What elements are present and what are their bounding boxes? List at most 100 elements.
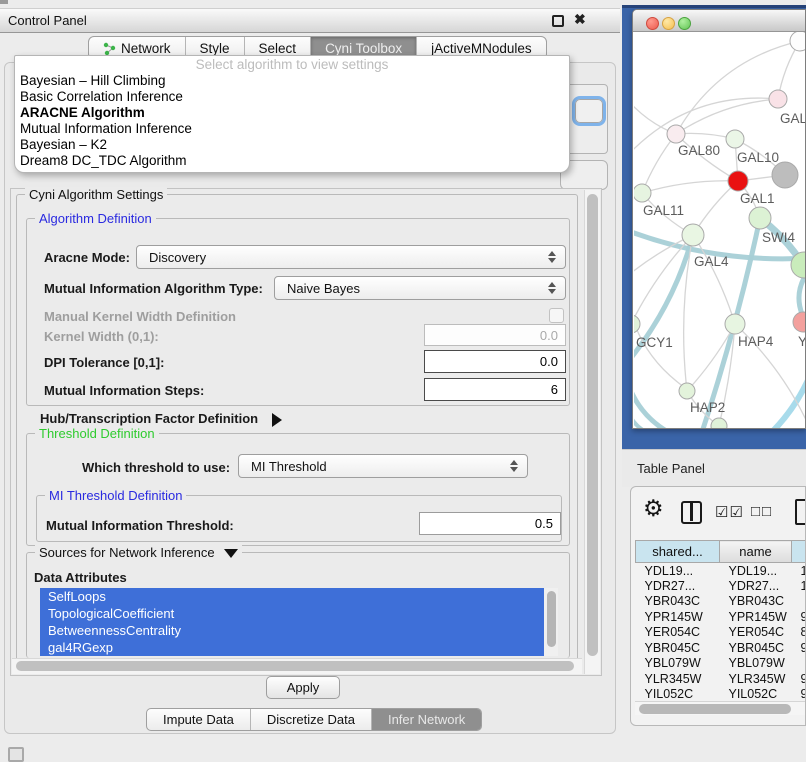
kernel-width-input[interactable]: 0.0 (424, 324, 566, 346)
network-node-hap4[interactable] (725, 314, 745, 334)
network-node-gal-pink[interactable] (769, 90, 787, 108)
page-icon[interactable] (795, 499, 806, 525)
dpi-tolerance-input[interactable]: 0.0 (424, 350, 566, 373)
table-row[interactable]: YLR345WYLR345W9. (636, 671, 806, 687)
dropdown-item[interactable]: Basic Correlation Inference (15, 89, 569, 105)
minimized-window-fragment[interactable] (8, 747, 24, 762)
table-cell: YER054C (636, 625, 720, 641)
table-settings-gear-icon[interactable]: ⚙ (643, 495, 664, 522)
settings-vscrollbar-thumb[interactable] (587, 194, 598, 656)
network-node-salmon[interactable] (793, 312, 806, 332)
network-node-bottom-node[interactable] (711, 418, 727, 428)
network-edge[interactable] (799, 278, 804, 314)
table-cell: 9. (792, 671, 806, 687)
network-icon (103, 42, 116, 55)
network-node-hap2[interactable] (679, 383, 695, 399)
table-row[interactable]: YBL079WYBL079W (636, 656, 806, 672)
network-edge[interactable] (642, 181, 738, 193)
mi-threshold-input[interactable]: 0.5 (419, 512, 561, 535)
network-node-label: GAL10 (737, 150, 779, 165)
dropdown-item[interactable]: Bayesian – K2 (15, 137, 569, 153)
mi-type-value: Naive Bayes (287, 281, 360, 296)
kernel-width-value: 0.0 (540, 328, 558, 343)
control-panel-titlebar: Control Panel ✖ (0, 8, 620, 33)
focused-button-fragment[interactable] (572, 96, 606, 126)
list-item[interactable]: BetweennessCentrality (40, 622, 544, 639)
expand-right-icon[interactable] (272, 413, 282, 427)
network-node-gal1[interactable] (728, 171, 748, 191)
mi-type-select[interactable]: Naive Bayes (274, 276, 566, 300)
table-cell: 9. (792, 640, 806, 656)
table-header-row[interactable]: shared...name (636, 541, 806, 563)
table-cell: YBR043C (720, 594, 792, 610)
hub-definition-label[interactable]: Hub/Transcription Factor Definition (40, 411, 282, 427)
close-icon[interactable]: ✖ (574, 11, 586, 28)
mi-steps-input[interactable]: 6 (424, 378, 566, 401)
table-row[interactable]: YPR145WYPR145W9. (636, 609, 806, 625)
algorithm-dropdown-popup: Select algorithm to view settings Bayesi… (14, 55, 570, 173)
check-all-icon[interactable]: ☑☑ (715, 503, 744, 521)
which-threshold-select[interactable]: MI Threshold (238, 454, 528, 478)
collapse-down-icon[interactable] (224, 549, 238, 558)
network-edge[interactable] (693, 235, 735, 324)
uncheck-all-icon[interactable]: □□ (751, 503, 773, 520)
table-cell: YIL052C (720, 687, 792, 703)
dropdown-item-aracne[interactable]: ARACNE Algorithm (15, 105, 569, 121)
network-node-gal80[interactable] (667, 125, 685, 143)
table-cell: YLR345W (720, 671, 792, 687)
minimize-traffic-light-icon[interactable] (662, 17, 675, 30)
table-cell: YBL079W (720, 656, 792, 672)
network-node-label: HAP4 (738, 334, 774, 349)
list-scrollbar-thumb[interactable] (547, 591, 556, 647)
table-row[interactable]: YDR27...YDR27...12 (636, 578, 806, 594)
table-row[interactable]: YBR045CYBR045C9. (636, 640, 806, 656)
network-window-titlebar[interactable] (633, 10, 805, 32)
float-window-icon[interactable] (552, 15, 564, 27)
table-column-header[interactable]: name (720, 541, 792, 563)
table-cell: YPR145W (720, 609, 792, 625)
network-node-gcy1[interactable] (634, 315, 640, 333)
network-node-gray-node[interactable] (772, 162, 798, 188)
table-hscrollbar-track (635, 701, 806, 715)
data-attributes-list[interactable]: SelfLoops TopologicalCoefficient Between… (40, 588, 558, 656)
list-item[interactable]: SelfLoops (40, 588, 544, 605)
table-column-header[interactable]: shared... (636, 541, 720, 563)
dropdown-item[interactable]: Mutual Information Inference (15, 121, 569, 137)
table-row[interactable]: YIL052CYIL052C9 (636, 687, 806, 703)
list-item[interactable]: gal4RGexp (40, 639, 544, 656)
apply-button[interactable]: Apply (266, 676, 340, 699)
table-row[interactable]: YER054CYER054C8. (636, 625, 806, 641)
node-attribute-table[interactable]: shared...name YDL19...YDL19...13YDR27...… (635, 540, 806, 702)
network-node-gal4[interactable] (682, 224, 704, 246)
network-view-window[interactable]: GALGAL80GAL10GAL1GAL11SWI4GAL4GCY1HAP4YH… (632, 9, 806, 429)
dropdown-item[interactable]: Dream8 DC_TDC Algorithm (15, 153, 569, 169)
spinner-arrows-icon (510, 460, 518, 472)
aracne-mode-select[interactable]: Discovery (136, 245, 566, 269)
manual-kernel-checkbox[interactable] (549, 308, 564, 323)
table-column-header[interactable] (792, 541, 806, 563)
network-edge[interactable] (676, 99, 778, 134)
network-node-swi4[interactable] (749, 207, 771, 229)
settings-hscrollbar-thumb[interactable] (16, 661, 574, 671)
network-edge[interactable] (634, 377, 668, 428)
close-traffic-light-icon[interactable] (646, 17, 659, 30)
network-node-gal10[interactable] (726, 130, 744, 148)
dropdown-item[interactable]: Bayesian – Hill Climbing (15, 73, 569, 89)
tab-impute-data[interactable]: Impute Data (147, 709, 251, 730)
network-edge[interactable] (642, 134, 676, 193)
tab-discretize-data[interactable]: Discretize Data (251, 709, 372, 730)
mi-threshold-value: 0.5 (535, 516, 553, 531)
table-row[interactable]: YBR043CYBR043C (636, 594, 806, 610)
network-node-gal11[interactable] (634, 184, 651, 202)
table-row[interactable]: YDL19...YDL19...13 (636, 563, 806, 579)
split-columns-icon[interactable] (681, 501, 702, 524)
list-item[interactable]: TopologicalCoefficient (40, 605, 544, 622)
tab-infer-network[interactable]: Infer Network (372, 709, 481, 730)
network-node-top-node[interactable] (790, 32, 806, 51)
zoom-traffic-light-icon[interactable] (678, 17, 691, 30)
table-cell: YBR045C (720, 640, 792, 656)
table-cell: YBL079W (636, 656, 720, 672)
table-hscrollbar-thumb[interactable] (639, 704, 791, 714)
network-canvas[interactable]: GALGAL80GAL10GAL1GAL11SWI4GAL4GCY1HAP4YH… (634, 32, 806, 428)
mi-type-label: Mutual Information Algorithm Type: (44, 281, 263, 296)
